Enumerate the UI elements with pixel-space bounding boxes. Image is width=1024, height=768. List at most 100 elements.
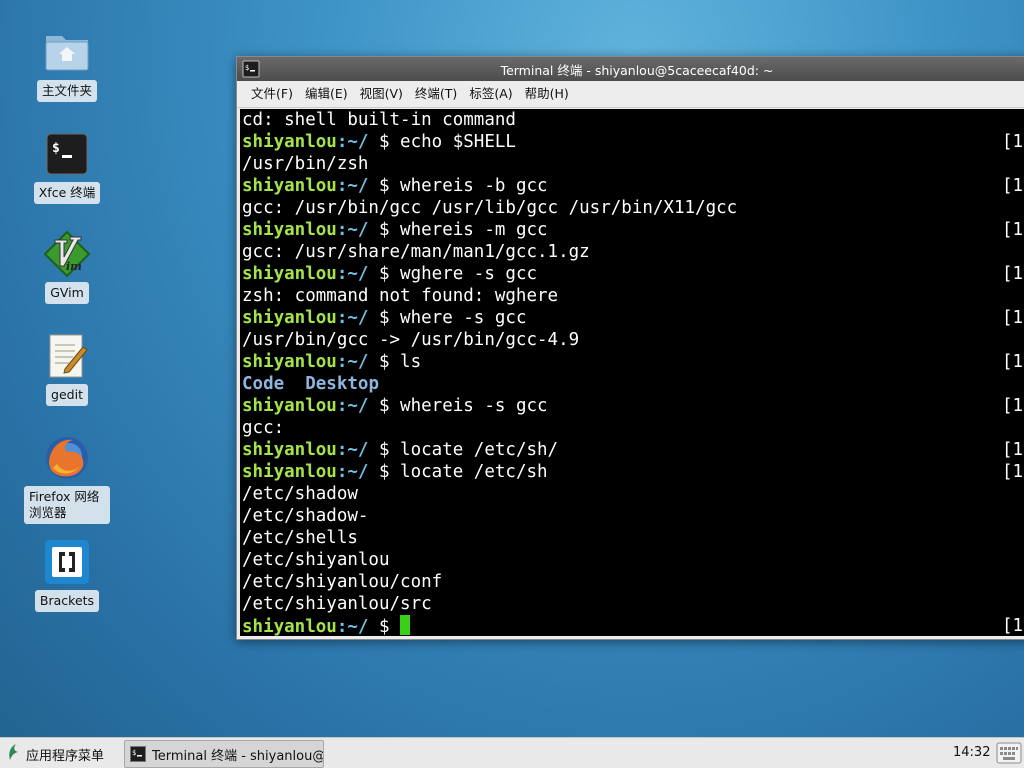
command-text: ls bbox=[400, 352, 422, 372]
menu-bar: 文件(F) 编辑(E) 视图(V) 终端(T) 标签(A) 帮助(H) bbox=[237, 81, 1024, 108]
output-text: cd: shell built-in command bbox=[242, 110, 516, 130]
terminal-line: shiyanlou:~/ $ whereis -b gcc [14 bbox=[242, 175, 1024, 197]
prompt-sign: $ bbox=[368, 462, 401, 482]
prompt-user: shiyanlou bbox=[242, 308, 337, 328]
terminal-line: gcc: /usr/share/man/man1/gcc.1.gz bbox=[242, 241, 1024, 263]
terminal-line: /etc/shiyanlou/src bbox=[242, 593, 1024, 615]
terminal-line: /etc/shadow- bbox=[242, 505, 1024, 527]
output-text: /etc/shadow- bbox=[242, 506, 369, 526]
output-text: gcc: /usr/bin/gcc /usr/lib/gcc /usr/bin/… bbox=[242, 198, 738, 218]
terminal-line: /etc/shiyanlou bbox=[242, 549, 1024, 571]
right-prompt: [14 bbox=[1002, 352, 1024, 372]
terminal-window[interactable]: $ Terminal 终端 - shiyanlou@5caceecaf40d: … bbox=[236, 56, 1024, 640]
terminal-line: cd: shell built-in command bbox=[242, 109, 1024, 131]
terminal-line: /etc/shadow bbox=[242, 483, 1024, 505]
command-text: where -s gcc bbox=[400, 308, 527, 328]
desktop-icon-label: 主文件夹 bbox=[36, 80, 97, 102]
terminal-icon: $ bbox=[242, 60, 260, 78]
command-text: wghere -s gcc bbox=[400, 264, 538, 284]
taskbar-task-terminal[interactable]: $ Terminal 终端 - shiyanlou@5caceecaf40d: … bbox=[124, 740, 324, 768]
svg-text:$: $ bbox=[132, 749, 136, 757]
desktop-icon-home[interactable]: 主文件夹 bbox=[27, 28, 107, 102]
terminal-line: shiyanlou:~/ $ locate /etc/sh/ [14 bbox=[242, 439, 1024, 461]
window-titlebar[interactable]: $ Terminal 终端 - shiyanlou@5caceecaf40d: … bbox=[237, 57, 1024, 81]
terminal-line: shiyanlou:~/ $ ls [14 bbox=[242, 351, 1024, 373]
keyboard-layout-icon[interactable] bbox=[996, 741, 1022, 765]
menu-edit[interactable]: 编辑(E) bbox=[299, 84, 354, 104]
terminal-line: zsh: command not found: wghere bbox=[242, 285, 1024, 307]
terminal-lines: cd: shell built-in command shiyanlou:~/ $… bbox=[240, 109, 1024, 636]
prompt-user: shiyanlou bbox=[242, 352, 337, 372]
directory-entry: Code bbox=[242, 374, 285, 394]
window-title: Terminal 终端 - shiyanlou@5caceecaf40d: ~ bbox=[500, 62, 774, 78]
command-text: echo $SHELL bbox=[400, 132, 516, 152]
menu-file[interactable]: 文件(F) bbox=[245, 84, 299, 104]
output-text: /etc/shiyanlou/src bbox=[242, 594, 432, 614]
output-text: /etc/shells bbox=[242, 528, 358, 548]
command-text: locate /etc/sh/ bbox=[400, 440, 559, 460]
right-prompt: [14 bbox=[1002, 462, 1024, 482]
prompt-sign: $ bbox=[368, 176, 401, 196]
output-text: gcc: /usr/share/man/man1/gcc.1.gz bbox=[242, 242, 590, 262]
menu-view[interactable]: 视图(V) bbox=[354, 84, 409, 104]
terminal-line: /usr/bin/gcc -> /usr/bin/gcc-4.9 bbox=[242, 329, 1024, 351]
gedit-icon bbox=[43, 332, 91, 380]
prompt-sign: $ bbox=[368, 308, 401, 328]
terminal-line: Code Desktop bbox=[242, 373, 1024, 395]
menu-tabs[interactable]: 标签(A) bbox=[463, 84, 518, 104]
terminal-icon: $ bbox=[130, 746, 146, 762]
prompt-sign: $ bbox=[368, 396, 401, 416]
output-text: /usr/bin/zsh bbox=[242, 154, 369, 174]
right-prompt: [14 bbox=[1002, 220, 1024, 240]
desktop-icon-firefox[interactable]: Firefox 网络浏览器 bbox=[23, 434, 111, 524]
prompt-user: shiyanlou bbox=[242, 132, 337, 152]
prompt-path: :~/ bbox=[336, 308, 369, 328]
terminal-line: gcc: bbox=[242, 417, 1024, 439]
desktop-icon-label: GVim bbox=[45, 282, 89, 304]
terminal-line: shiyanlou:~/ $ wghere -s gcc [14 bbox=[242, 263, 1024, 285]
right-prompt: [14 bbox=[1002, 132, 1024, 152]
prompt-user: shiyanlou bbox=[242, 176, 337, 196]
taskbar-task-label: Terminal 终端 - shiyanlou@5caceecaf40d: ~ bbox=[152, 748, 323, 764]
prompt-user: shiyanlou bbox=[242, 462, 337, 482]
terminal-line: shiyanlou:~/ $ [14 bbox=[242, 615, 1024, 636]
prompt-sign: $ bbox=[368, 132, 401, 152]
prompt-user: shiyanlou bbox=[242, 220, 337, 240]
prompt-path: :~/ bbox=[336, 462, 369, 482]
desktop-icon-terminal[interactable]: $ Xfce 终端 bbox=[27, 130, 107, 204]
applications-menu-label: 应用程序菜单 bbox=[26, 748, 105, 764]
terminal-output[interactable]: cd: shell built-in command shiyanlou:~/ $… bbox=[240, 109, 1024, 636]
prompt-path: :~/ bbox=[336, 396, 369, 416]
firefox-icon bbox=[43, 434, 91, 482]
clock[interactable]: 14:32 bbox=[953, 745, 990, 760]
desktop-icon-label: Brackets bbox=[34, 590, 100, 612]
terminal-line: shiyanlou:~/ $ whereis -m gcc [14 bbox=[242, 219, 1024, 241]
desktop-icon-gvim[interactable]: im GVim bbox=[27, 230, 107, 304]
prompt-path: :~/ bbox=[336, 440, 369, 460]
prompt-user: shiyanlou bbox=[242, 617, 337, 636]
terminal-icon: $ bbox=[43, 130, 91, 178]
svg-text:$: $ bbox=[52, 141, 60, 156]
output-text: gcc: bbox=[242, 418, 285, 438]
output-text: /usr/bin/gcc -> /usr/bin/gcc-4.9 bbox=[242, 330, 580, 350]
desktop-icon-gedit[interactable]: gedit bbox=[27, 332, 107, 406]
output-text: /etc/shadow bbox=[242, 484, 358, 504]
terminal-line: /usr/bin/zsh bbox=[242, 153, 1024, 175]
prompt-sign: $ bbox=[368, 264, 401, 284]
applications-menu-button[interactable]: 应用程序菜单 bbox=[6, 743, 104, 765]
prompt-user: shiyanlou bbox=[242, 264, 337, 284]
terminal-line: /etc/shiyanlou/conf bbox=[242, 571, 1024, 593]
text-cursor bbox=[400, 615, 411, 635]
menu-terminal[interactable]: 终端(T) bbox=[409, 84, 463, 104]
desktop-icon-brackets[interactable]: Brackets bbox=[27, 538, 107, 612]
taskbar: 应用程序菜单 $ Terminal 终端 - shiyanlou@5caceec… bbox=[0, 737, 1024, 768]
right-prompt: [14 bbox=[1002, 440, 1024, 460]
menu-help[interactable]: 帮助(H) bbox=[519, 84, 575, 104]
terminal-line: shiyanlou:~/ $ where -s gcc [14 bbox=[242, 307, 1024, 329]
prompt-path: :~/ bbox=[336, 220, 369, 240]
directory-entry: Desktop bbox=[305, 374, 379, 394]
right-prompt: [14 bbox=[1002, 176, 1024, 196]
prompt-path: :~/ bbox=[336, 352, 369, 372]
right-prompt: [14 bbox=[1002, 396, 1024, 416]
terminal-line: /etc/shells bbox=[242, 527, 1024, 549]
